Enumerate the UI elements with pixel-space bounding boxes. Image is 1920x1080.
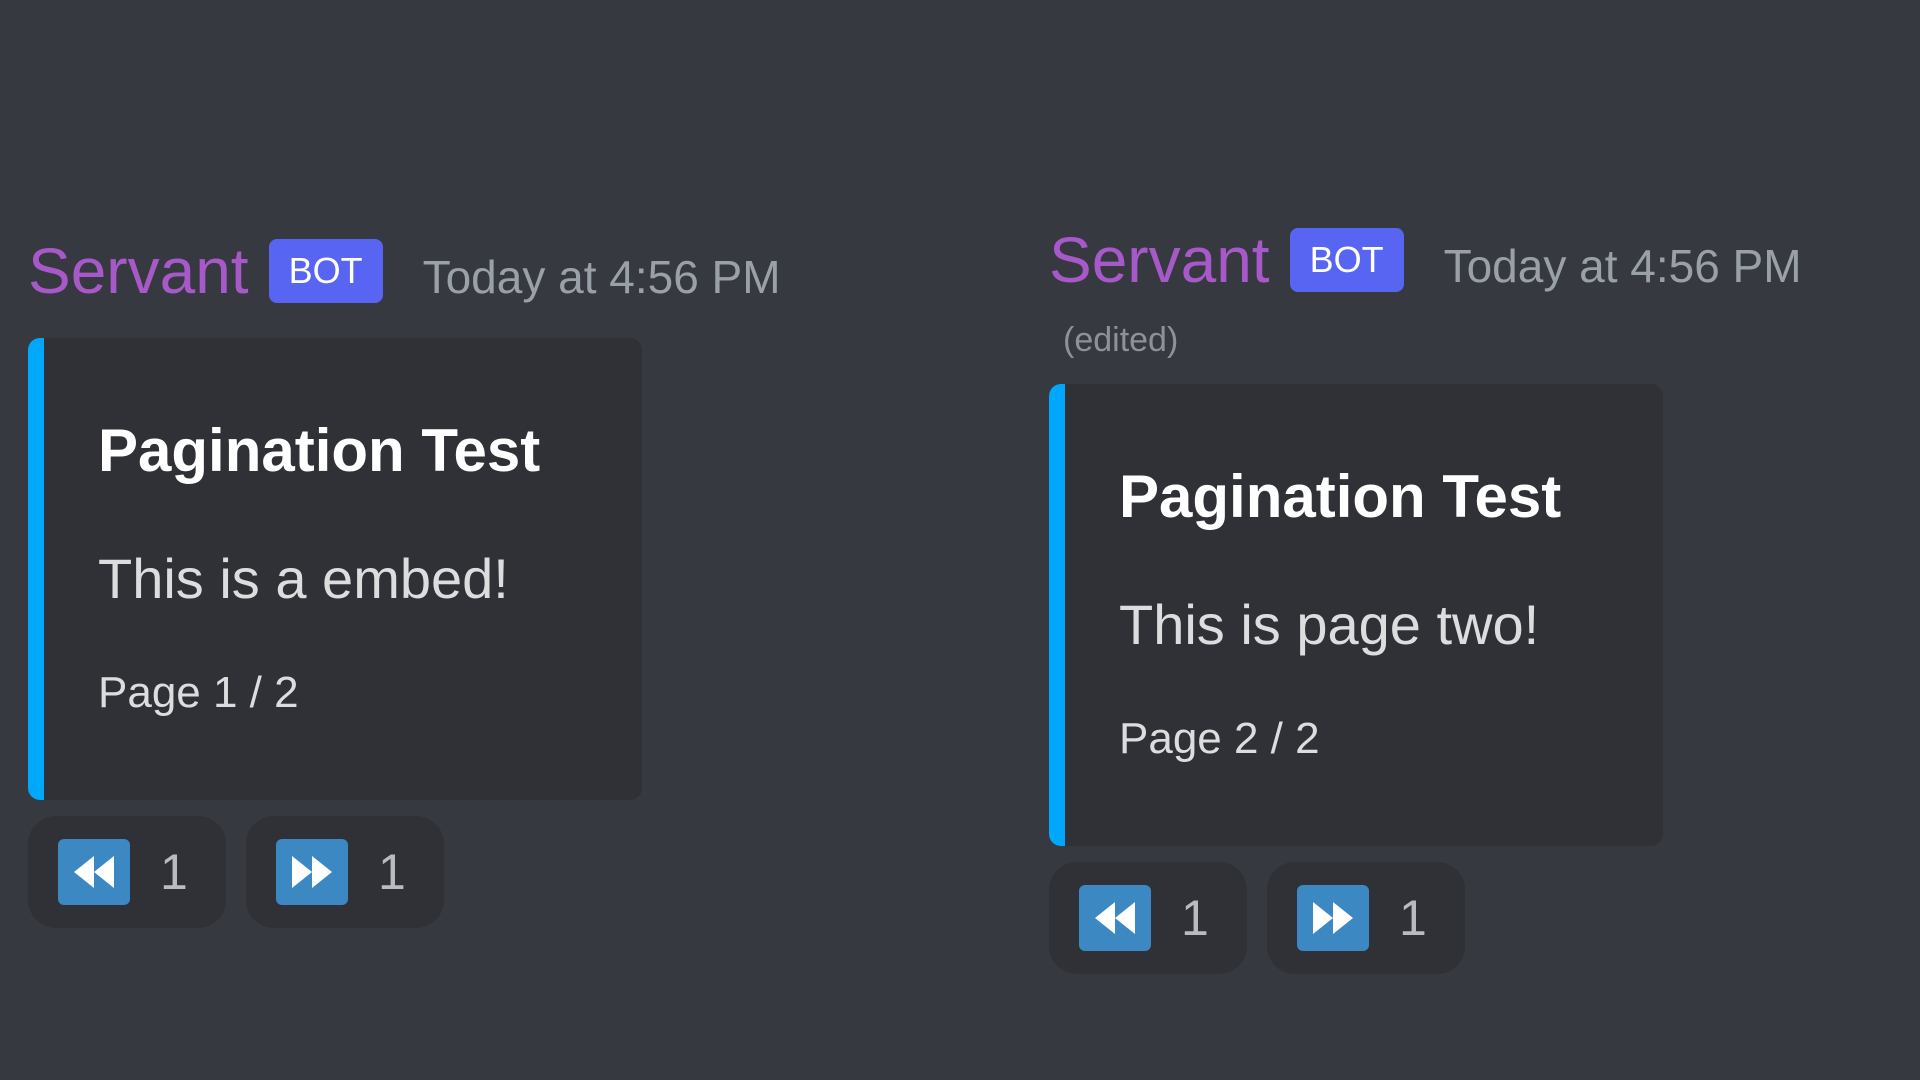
message: Servant BOT Today at 4:56 PM Pagination … [28, 236, 781, 928]
reactions-bar: 1 1 [1049, 862, 1802, 974]
embed-accent-bar [28, 338, 44, 800]
rewind-icon [1079, 885, 1151, 951]
embed-accent-bar [1049, 384, 1065, 846]
embed-footer: Page 2 / 2 [1119, 714, 1320, 763]
fast-forward-icon [276, 839, 348, 905]
embed: Pagination Test This is page two! Page 2… [1049, 384, 1663, 846]
reaction-count: 1 [378, 844, 406, 900]
embed-description: This is a embed! [98, 547, 509, 610]
reaction-count: 1 [1399, 890, 1427, 946]
message-header: Servant BOT Today at 4:56 PM [28, 236, 781, 306]
reaction-rewind[interactable]: 1 [28, 816, 226, 928]
message-header: Servant BOT Today at 4:56 PM [1049, 225, 1802, 295]
embed-description: This is page two! [1119, 593, 1540, 656]
bot-badge: BOT [1289, 228, 1404, 292]
timestamp[interactable]: Today at 4:56 PM [423, 242, 781, 312]
bot-badge: BOT [268, 239, 383, 303]
reaction-count: 1 [1181, 890, 1209, 946]
timestamp[interactable]: Today at 4:56 PM [1444, 231, 1802, 301]
embed-footer: Page 1 / 2 [98, 668, 299, 717]
reaction-fast-forward[interactable]: 1 [246, 816, 444, 928]
embed: Pagination Test This is a embed! Page 1 … [28, 338, 642, 800]
author-name[interactable]: Servant [1049, 225, 1270, 295]
reaction-count: 1 [160, 844, 188, 900]
embed-title: Pagination Test [1119, 463, 1562, 530]
message: Servant BOT Today at 4:56 PM (edited) Pa… [1049, 225, 1802, 974]
reactions-bar: 1 1 [28, 816, 781, 928]
author-name[interactable]: Servant [28, 236, 249, 306]
edited-label: (edited) [1063, 321, 1179, 359]
embed-title: Pagination Test [98, 417, 541, 484]
reaction-rewind[interactable]: 1 [1049, 862, 1247, 974]
fast-forward-icon [1297, 885, 1369, 951]
reaction-fast-forward[interactable]: 1 [1267, 862, 1465, 974]
rewind-icon [58, 839, 130, 905]
